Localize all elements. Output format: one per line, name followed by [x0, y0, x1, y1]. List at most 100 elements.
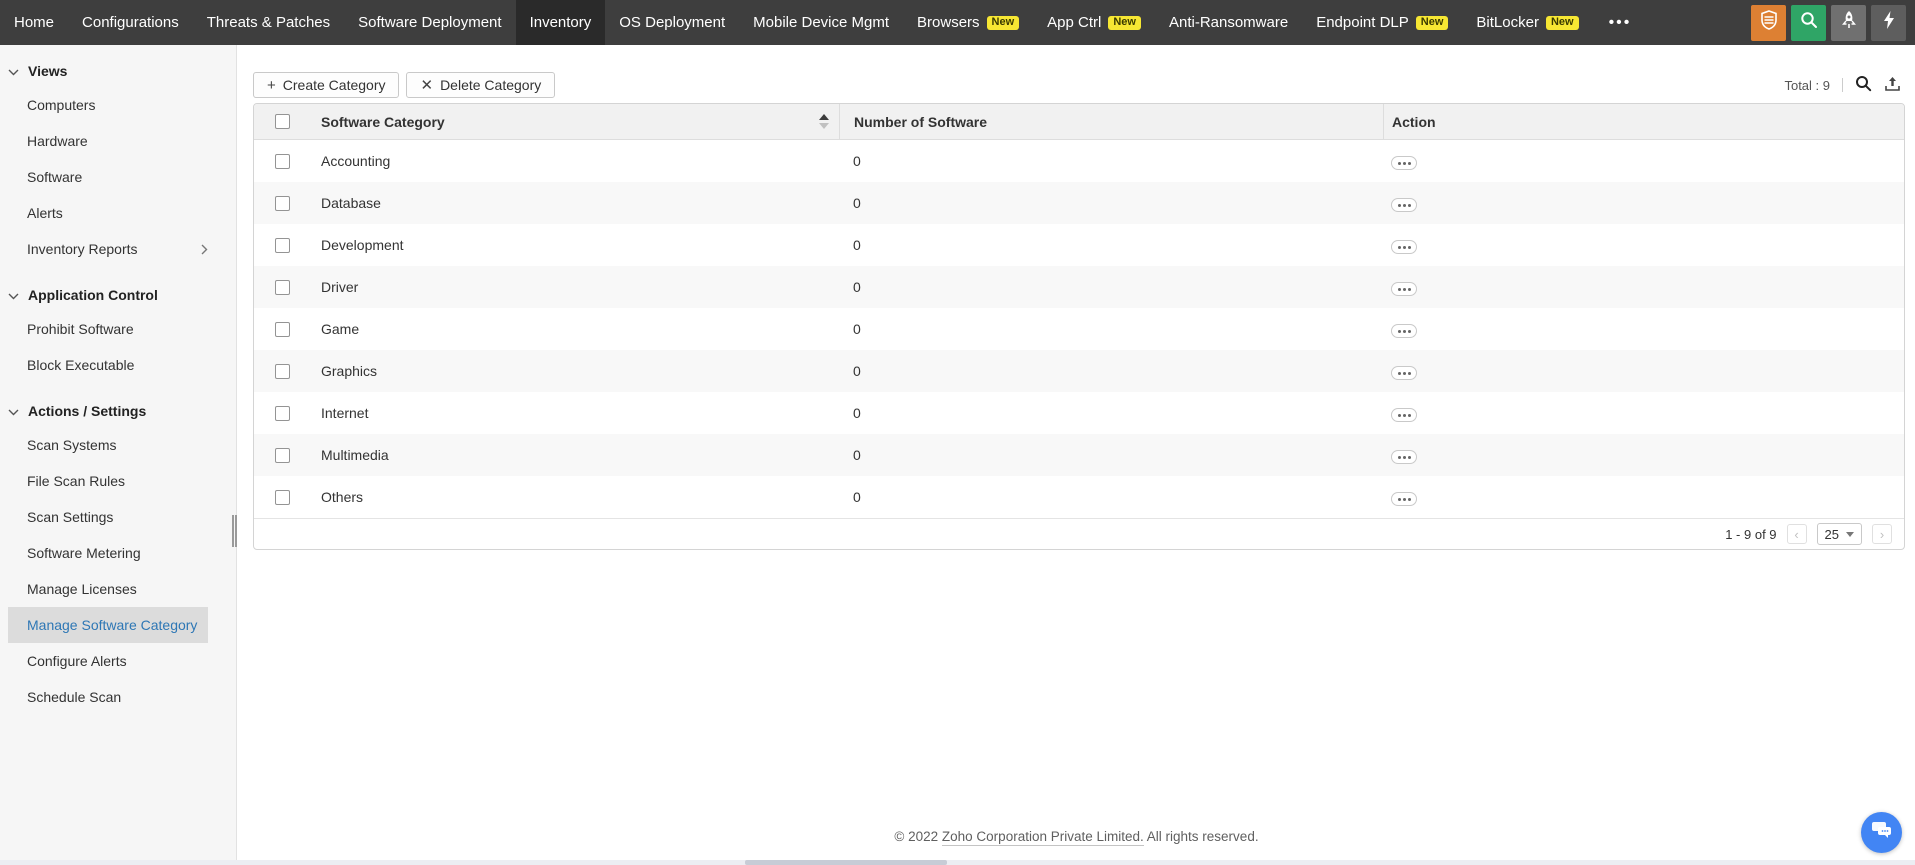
row-checkbox[interactable]: [275, 237, 290, 253]
nav-item-bitlocker[interactable]: BitLocker New: [1462, 0, 1592, 45]
nav-item-inventory[interactable]: Inventory: [515, 0, 606, 45]
row-checkbox[interactable]: [275, 489, 290, 505]
nav-item-configurations[interactable]: Configurations: [68, 0, 193, 45]
whats-new-button[interactable]: [1831, 4, 1866, 41]
page-size-select[interactable]: 25: [1816, 523, 1862, 545]
sidebar-item-software[interactable]: Software: [8, 159, 208, 195]
footer: © 2022 Zoho Corporation Private Limited.…: [238, 829, 1915, 846]
nav-label: App Ctrl: [1047, 14, 1102, 31]
row-actions-button[interactable]: [1391, 366, 1417, 381]
chat-widget-button[interactable]: [1861, 812, 1902, 853]
row-actions-button[interactable]: [1391, 492, 1417, 507]
sidebar-item-block-executable[interactable]: Block Executable: [8, 347, 208, 383]
sidebar-item-label: Software: [27, 169, 83, 185]
sidebar-section-header-application-control[interactable]: Application Control: [0, 279, 236, 311]
table-row-development: Development 0: [254, 224, 1904, 266]
nav-item-threats-patches[interactable]: Threats & Patches: [193, 0, 344, 45]
row-checkbox[interactable]: [275, 153, 290, 169]
sidebar-item-inventory-reports[interactable]: Inventory Reports: [8, 231, 208, 267]
table-row-accounting: Accounting 0: [254, 140, 1904, 182]
column-header-number-of-software[interactable]: Number of Software: [839, 104, 1383, 139]
row-actions-button[interactable]: [1391, 324, 1417, 339]
sidebar-section-application-control: Application Control Prohibit Software Bl…: [0, 279, 236, 383]
next-page-button[interactable]: ›: [1872, 524, 1892, 544]
sidebar-item-manage-licenses[interactable]: Manage Licenses: [8, 571, 208, 607]
select-all-checkbox[interactable]: [275, 114, 290, 129]
nav-item-anti-ransomware[interactable]: Anti-Ransomware: [1155, 0, 1302, 45]
software-count: 0: [853, 405, 861, 421]
row-actions-button[interactable]: [1391, 240, 1417, 255]
global-search-button[interactable]: [1791, 4, 1826, 41]
table-body: Accounting 0 Database 0 Development 0 Dr…: [254, 140, 1904, 518]
sidebar-item-software-metering[interactable]: Software Metering: [8, 535, 208, 571]
sidebar-item-file-scan-rules[interactable]: File Scan Rules: [8, 463, 208, 499]
chevron-down-icon: [8, 63, 19, 79]
sidebar-item-computers[interactable]: Computers: [8, 87, 208, 123]
row-checkbox[interactable]: [275, 195, 290, 211]
table-row-graphics: Graphics 0: [254, 350, 1904, 392]
row-checkbox[interactable]: [275, 363, 290, 379]
nav-item-endpoint-dlp[interactable]: Endpoint DLP New: [1302, 0, 1462, 45]
row-checkbox[interactable]: [275, 279, 290, 295]
category-name[interactable]: Driver: [311, 279, 839, 295]
row-checkbox[interactable]: [275, 321, 290, 337]
row-actions-button[interactable]: [1391, 156, 1417, 171]
quick-actions-button[interactable]: [1871, 4, 1906, 41]
row-actions-button[interactable]: [1391, 450, 1417, 465]
sidebar: Views Computers Hardware Software Alerts…: [0, 45, 240, 865]
delete-category-button[interactable]: ✕ Delete Category: [406, 72, 556, 98]
sidebar-item-label: Computers: [27, 97, 96, 113]
category-name[interactable]: Multimedia: [311, 447, 839, 463]
shield-icon: [1760, 10, 1778, 35]
horizontal-scrollbar[interactable]: [0, 860, 1915, 865]
software-count: 0: [853, 489, 861, 505]
row-actions-button[interactable]: [1391, 198, 1417, 213]
zoho-link[interactable]: Zoho Corporation Private Limited.: [941, 829, 1144, 846]
row-actions-button[interactable]: [1391, 408, 1417, 423]
x-icon: ✕: [420, 76, 434, 94]
sidebar-item-hardware[interactable]: Hardware: [8, 123, 208, 159]
section-title: Application Control: [28, 287, 158, 303]
sidebar-section-header-actions-settings[interactable]: Actions / Settings: [0, 395, 236, 427]
row-checkbox[interactable]: [275, 447, 290, 463]
sidebar-item-manage-software-category[interactable]: Manage Software Category: [8, 607, 208, 643]
category-name[interactable]: Accounting: [311, 153, 839, 169]
row-actions-button[interactable]: [1391, 282, 1417, 297]
security-shield-button[interactable]: [1751, 4, 1786, 41]
column-label: Action: [1392, 113, 1436, 130]
table-search-button[interactable]: [1855, 75, 1872, 95]
nav-item-browsers[interactable]: Browsers New: [903, 0, 1033, 45]
column-header-software-category[interactable]: Software Category: [311, 104, 839, 139]
sidebar-item-alerts[interactable]: Alerts: [8, 195, 208, 231]
nav-item-os-deployment[interactable]: OS Deployment: [605, 0, 739, 45]
sidebar-item-scan-settings[interactable]: Scan Settings: [8, 499, 208, 535]
nav-item-home[interactable]: Home: [0, 0, 68, 45]
sidebar-item-schedule-scan[interactable]: Schedule Scan: [8, 679, 208, 715]
sort-toggle[interactable]: [819, 114, 829, 129]
category-name[interactable]: Game: [311, 321, 839, 337]
pagination-bar: 1 - 9 of 9 ‹ 25 ›: [254, 518, 1904, 549]
category-name[interactable]: Others: [311, 489, 839, 505]
sidebar-item-prohibit-software[interactable]: Prohibit Software: [8, 311, 208, 347]
category-name[interactable]: Database: [311, 195, 839, 211]
category-name[interactable]: Internet: [311, 405, 839, 421]
nav-item-app-ctrl[interactable]: App Ctrl New: [1033, 0, 1155, 45]
nav-label: OS Deployment: [619, 14, 726, 31]
category-name[interactable]: Graphics: [311, 363, 839, 379]
sidebar-item-scan-systems[interactable]: Scan Systems: [8, 427, 208, 463]
nav-item-software-deployment[interactable]: Software Deployment: [344, 0, 515, 45]
new-badge: New: [1415, 15, 1449, 30]
category-name[interactable]: Development: [311, 237, 839, 253]
row-checkbox[interactable]: [275, 405, 290, 421]
nav-item-mobile-device-mgmt[interactable]: Mobile Device Mgmt: [739, 0, 903, 45]
nav-more-menu[interactable]: •••: [1593, 0, 1648, 45]
plus-icon: +: [267, 76, 276, 94]
chat-bubbles-icon: [1871, 820, 1893, 845]
create-category-button[interactable]: + Create Category: [253, 72, 400, 98]
software-count: 0: [853, 195, 861, 211]
sidebar-item-configure-alerts[interactable]: Configure Alerts: [8, 643, 208, 679]
scrollbar-thumb[interactable]: [745, 860, 947, 865]
previous-page-button[interactable]: ‹: [1786, 524, 1807, 544]
export-button[interactable]: [1884, 76, 1901, 95]
sidebar-section-header-views[interactable]: Views: [0, 55, 236, 87]
